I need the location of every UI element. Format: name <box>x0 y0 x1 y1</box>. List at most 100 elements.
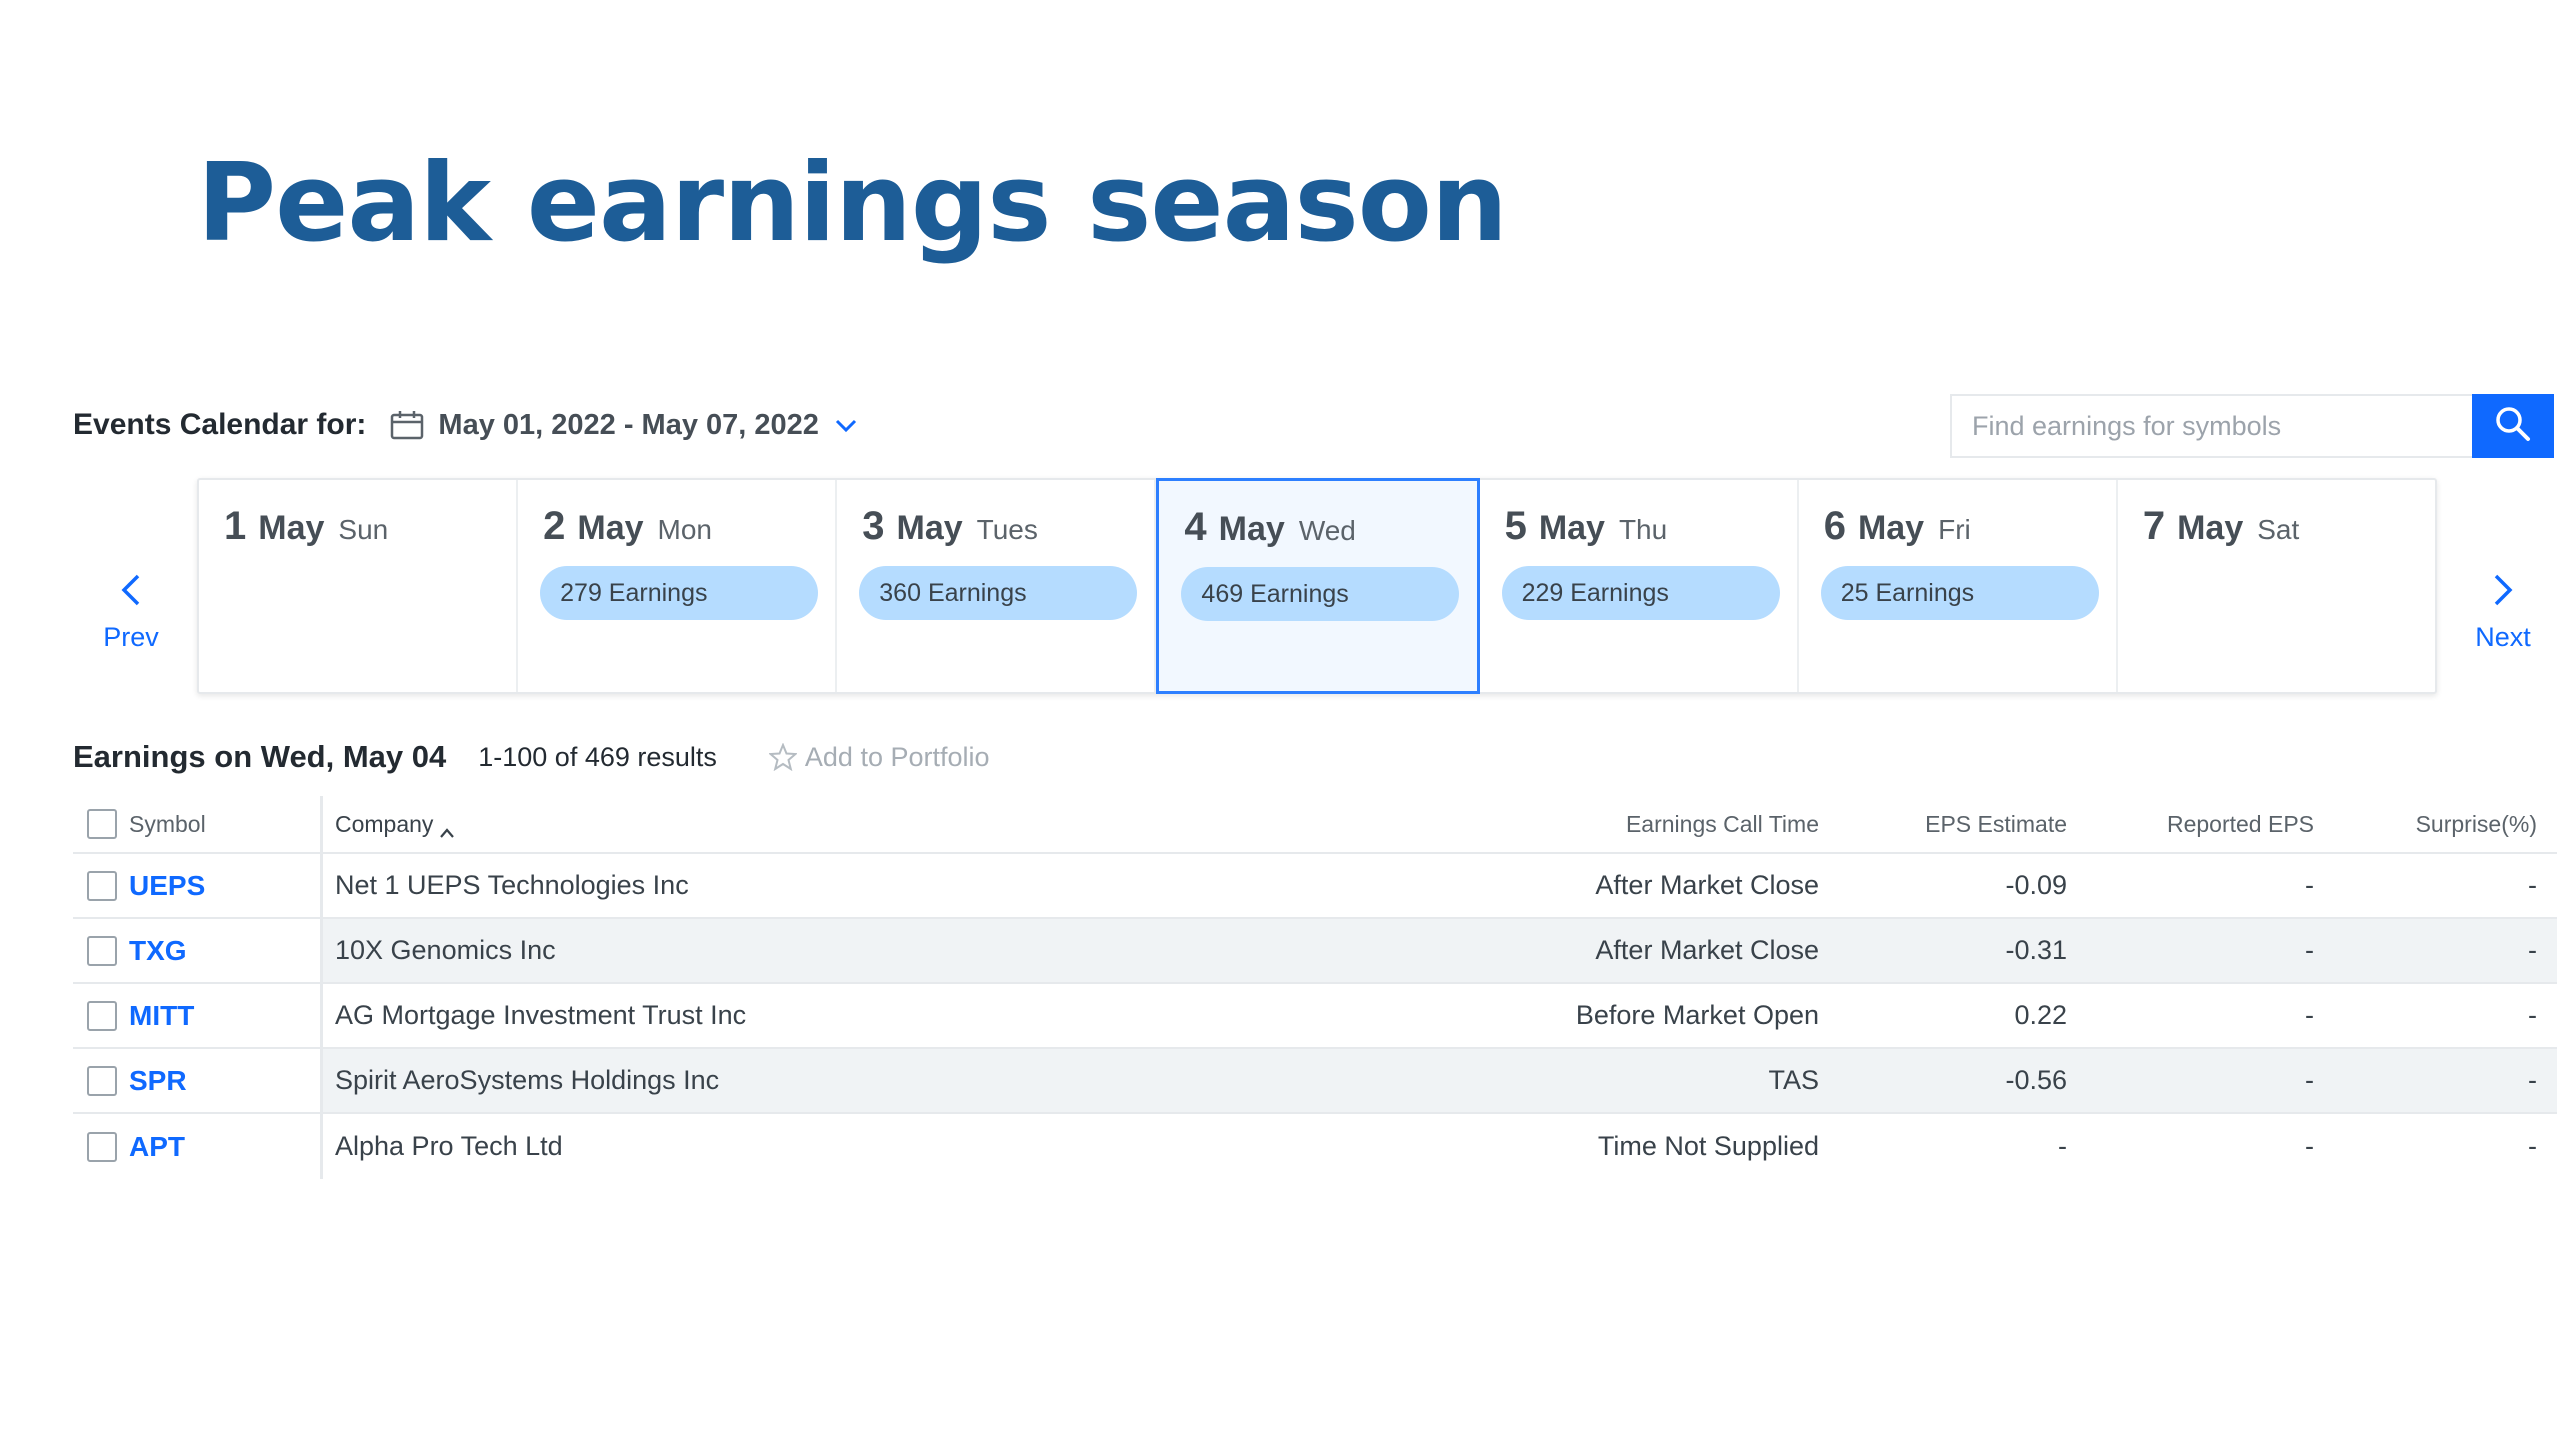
day-card-4-selected[interactable]: 4 May Wed 469 Earnings <box>1156 478 1480 694</box>
select-all-checkbox[interactable] <box>87 809 117 839</box>
day-number: 2 <box>543 504 566 548</box>
day-card-7[interactable]: 7 May Sat <box>2118 480 2435 692</box>
day-number: 1 <box>224 504 247 548</box>
results-header: Earnings on Wed, May 04 1-100 of 469 res… <box>73 734 990 780</box>
search-button[interactable] <box>2472 394 2554 458</box>
surprise: - <box>2528 935 2537 965</box>
day-month: May <box>1538 509 1605 547</box>
prev-label: Prev <box>103 622 159 652</box>
day-card-6[interactable]: 6 May Fri 25 Earnings <box>1799 480 2118 692</box>
symbol-search-input[interactable] <box>1950 394 2472 458</box>
call-time: Time Not Supplied <box>1597 1131 1819 1161</box>
row-checkbox[interactable] <box>87 935 117 966</box>
header-eps-estimate[interactable]: EPS Estimate <box>1925 796 2067 852</box>
row-checkbox[interactable] <box>87 870 117 901</box>
day-weekday: Mon <box>657 514 712 545</box>
reported-eps: - <box>2305 870 2314 900</box>
results-count: 1-100 of 469 results <box>478 741 717 772</box>
symbol-link[interactable]: TXG <box>129 919 187 982</box>
header-company-label: Company <box>335 810 434 837</box>
table-header-row: Symbol Company Earnings Call Time EPS Es… <box>73 796 2557 854</box>
call-time: After Market Close <box>1595 935 1819 965</box>
date-range-selector[interactable]: May 01, 2022 - May 07, 2022 <box>438 409 818 442</box>
symbol-link[interactable]: APT <box>129 1114 185 1179</box>
day-number: 7 <box>2142 504 2166 548</box>
sort-ascending-icon <box>439 818 455 838</box>
day-weekday: Sat <box>2257 514 2300 545</box>
surprise: - <box>2528 870 2537 900</box>
company-name: Spirit AeroSystems Holdings Inc <box>335 1065 720 1095</box>
company-name: Net 1 UEPS Technologies Inc <box>335 870 689 900</box>
company-name: AG Mortgage Investment Trust Inc <box>335 1000 747 1030</box>
day-month: May <box>1857 509 1925 547</box>
earnings-count-pill[interactable]: 25 Earnings <box>1820 566 2099 620</box>
eps-estimate: - <box>2058 1131 2067 1161</box>
add-to-portfolio-button[interactable]: Add to Portfolio <box>805 742 990 773</box>
symbol-link[interactable]: UEPS <box>129 854 205 917</box>
surprise: - <box>2528 1065 2537 1095</box>
star-icon[interactable] <box>767 742 798 772</box>
day-weekday: Sun <box>338 514 389 545</box>
day-number: 3 <box>862 504 885 548</box>
earnings-table: Symbol Company Earnings Call Time EPS Es… <box>73 796 2557 1179</box>
earnings-count-pill[interactable]: 360 Earnings <box>859 566 1138 620</box>
day-month: May <box>896 509 963 547</box>
header-surprise[interactable]: Surprise(%) <box>2416 796 2537 852</box>
search-icon <box>2493 404 2533 449</box>
header-call-time[interactable]: Earnings Call Time <box>1626 796 1819 852</box>
eps-estimate: 0.22 <box>2014 1000 2067 1030</box>
day-weekday: Fri <box>1938 514 1971 545</box>
calendar-label: Events Calendar for: <box>73 408 367 441</box>
reported-eps: - <box>2305 1000 2314 1030</box>
row-checkbox[interactable] <box>87 1131 117 1162</box>
day-weekday: Wed <box>1298 515 1356 546</box>
table-row: UEPS Net 1 UEPS Technologies Inc After M… <box>73 854 2557 919</box>
prev-week-button[interactable]: Prev <box>76 572 186 653</box>
day-card-1[interactable]: 1 May Sun <box>199 480 519 692</box>
surprise: - <box>2528 1000 2537 1030</box>
day-weekday: Thu <box>1618 514 1668 545</box>
header-reported-eps[interactable]: Reported EPS <box>2167 796 2314 852</box>
earnings-count-pill[interactable]: 279 Earnings <box>540 566 819 620</box>
table-row: MITT AG Mortgage Investment Trust Inc Be… <box>73 984 2557 1049</box>
table-row: APT Alpha Pro Tech Ltd Time Not Supplied… <box>73 1114 2557 1179</box>
day-weekday: Tues <box>976 514 1038 545</box>
eps-estimate: -0.31 <box>2005 935 2067 965</box>
reported-eps: - <box>2305 1065 2314 1095</box>
reported-eps: - <box>2305 1131 2314 1161</box>
eps-estimate: -0.56 <box>2005 1065 2067 1095</box>
day-card-5[interactable]: 5 May Thu 229 Earnings <box>1480 480 1799 692</box>
day-number: 5 <box>1504 504 1527 548</box>
day-month: May <box>1218 510 1285 548</box>
header-company[interactable]: Company <box>335 796 455 852</box>
company-name: 10X Genomics Inc <box>335 935 556 965</box>
day-month: May <box>577 509 644 547</box>
earnings-count-pill[interactable]: 229 Earnings <box>1501 566 1780 620</box>
row-checkbox[interactable] <box>87 1065 117 1096</box>
call-time: Before Market Open <box>1575 1000 1819 1030</box>
reported-eps: - <box>2305 935 2314 965</box>
chevron-down-icon[interactable] <box>833 415 859 435</box>
calendar-header: Events Calendar for: May 01, 2022 - May … <box>73 402 859 448</box>
row-checkbox[interactable] <box>87 1000 117 1031</box>
chevron-left-icon <box>121 574 140 606</box>
call-time: After Market Close <box>1595 870 1819 900</box>
earnings-count-pill[interactable]: 469 Earnings <box>1181 567 1460 621</box>
next-week-button[interactable]: Next <box>2448 572 2558 653</box>
company-name: Alpha Pro Tech Ltd <box>335 1131 563 1161</box>
day-number: 4 <box>1184 505 1207 549</box>
table-row: SPR Spirit AeroSystems Holdings Inc TAS … <box>73 1049 2557 1114</box>
call-time: TAS <box>1768 1065 1819 1095</box>
symbol-link[interactable]: MITT <box>129 984 194 1047</box>
day-month: May <box>2177 509 2244 547</box>
symbol-link[interactable]: SPR <box>129 1049 187 1112</box>
calendar-icon[interactable] <box>390 410 424 440</box>
day-card-3[interactable]: 3 May Tues 360 Earnings <box>837 480 1157 692</box>
eps-estimate: -0.09 <box>2005 870 2067 900</box>
next-label: Next <box>2475 622 2531 652</box>
day-number: 6 <box>1823 504 1846 548</box>
results-title: Earnings on Wed, May 04 <box>73 739 447 774</box>
day-card-2[interactable]: 2 May Mon 279 Earnings <box>518 480 838 692</box>
day-month: May <box>258 509 325 547</box>
slide-title: Peak earnings season <box>197 141 1508 266</box>
